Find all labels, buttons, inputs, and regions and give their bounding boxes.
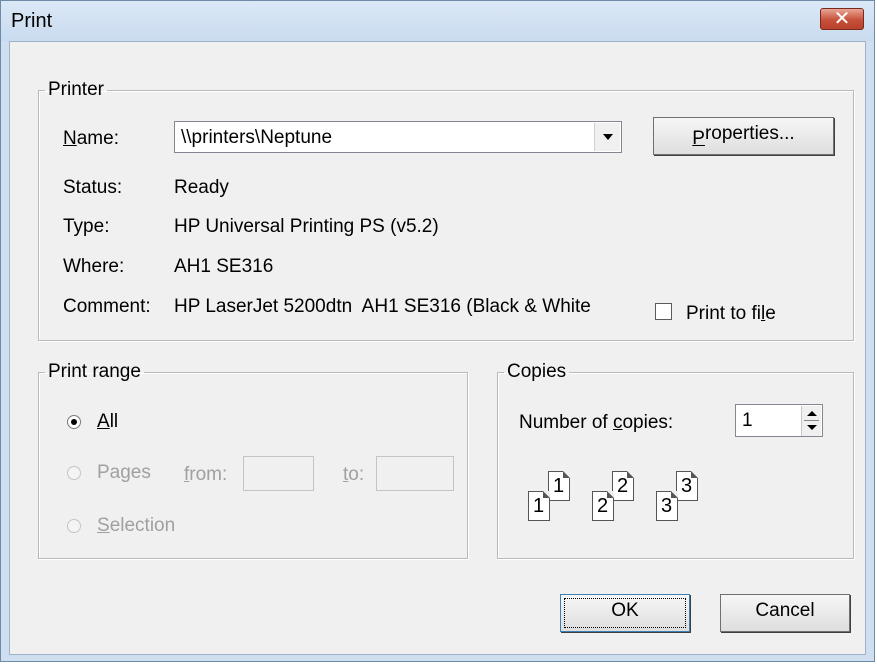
copies-stepper[interactable]: 1 bbox=[735, 404, 823, 437]
chevron-down-icon[interactable] bbox=[594, 123, 620, 151]
selection-radio[interactable] bbox=[67, 519, 81, 533]
dialog-body: Printer Name: \\printers\Neptune Propert… bbox=[9, 41, 866, 655]
print-to-file-label[interactable]: Print to file bbox=[686, 303, 776, 325]
printer-name-dropdown[interactable]: \\printers\Neptune bbox=[174, 121, 622, 153]
copies-group-label: Copies bbox=[507, 361, 567, 382]
properties-button-label: Properties... bbox=[692, 123, 795, 149]
name-label: Name: bbox=[63, 128, 119, 149]
window-title: Print bbox=[11, 10, 53, 32]
cancel-button-label: Cancel bbox=[755, 600, 815, 621]
page-icon: 2 bbox=[612, 471, 634, 501]
close-icon: ✕ bbox=[833, 6, 851, 30]
print-to-file-checkbox[interactable] bbox=[655, 303, 672, 320]
selection-label[interactable]: Selection bbox=[97, 515, 175, 537]
arrow-up-icon[interactable] bbox=[807, 411, 817, 416]
all-label[interactable]: All bbox=[97, 411, 118, 433]
page-icon: 3 bbox=[656, 491, 678, 521]
ok-button-label: OK bbox=[611, 600, 639, 621]
printer-group-label: Printer bbox=[48, 79, 104, 100]
page-icon: 3 bbox=[676, 471, 698, 501]
where-label: Where: bbox=[63, 256, 125, 277]
all-radio[interactable] bbox=[67, 415, 81, 429]
print-dialog-window: Print ✕ Printer Name: \\printers\Neptune… bbox=[0, 0, 875, 662]
page-icon: 1 bbox=[528, 491, 550, 521]
copies-value: 1 bbox=[742, 410, 753, 431]
type-label: Type: bbox=[63, 216, 110, 237]
page-icon: 2 bbox=[592, 491, 614, 521]
page-icon: 1 bbox=[548, 471, 570, 501]
where-value: AH1 SE316 bbox=[174, 256, 274, 277]
number-of-copies-label: Number of copies: bbox=[519, 412, 674, 433]
collate-illustration: 1 1 2 2 3 3 bbox=[528, 467, 728, 537]
cancel-button[interactable]: Cancel bbox=[720, 594, 850, 632]
from-field[interactable] bbox=[243, 456, 314, 491]
from-label: from: bbox=[184, 464, 228, 485]
comment-value: HP LaserJet 5200dtn AH1 SE316 (Black & W… bbox=[174, 296, 591, 317]
status-label: Status: bbox=[63, 177, 123, 198]
printer-name-value: \\printers\Neptune bbox=[181, 127, 333, 148]
status-value: Ready bbox=[174, 177, 229, 198]
comment-label: Comment: bbox=[63, 296, 151, 317]
ok-button[interactable]: OK bbox=[560, 594, 690, 632]
close-button[interactable]: ✕ bbox=[820, 6, 864, 30]
pages-radio[interactable] bbox=[67, 466, 81, 480]
pages-label[interactable]: Pages bbox=[97, 462, 151, 484]
title-bar[interactable]: Print ✕ bbox=[1, 1, 874, 41]
to-field[interactable] bbox=[376, 456, 454, 491]
properties-button[interactable]: Properties... bbox=[653, 117, 834, 155]
arrow-down-icon[interactable] bbox=[807, 425, 817, 430]
spin-buttons[interactable] bbox=[801, 406, 821, 436]
print-range-group-label: Print range bbox=[48, 361, 141, 382]
to-label: to: bbox=[343, 464, 365, 485]
type-value: HP Universal Printing PS (v5.2) bbox=[174, 216, 439, 237]
